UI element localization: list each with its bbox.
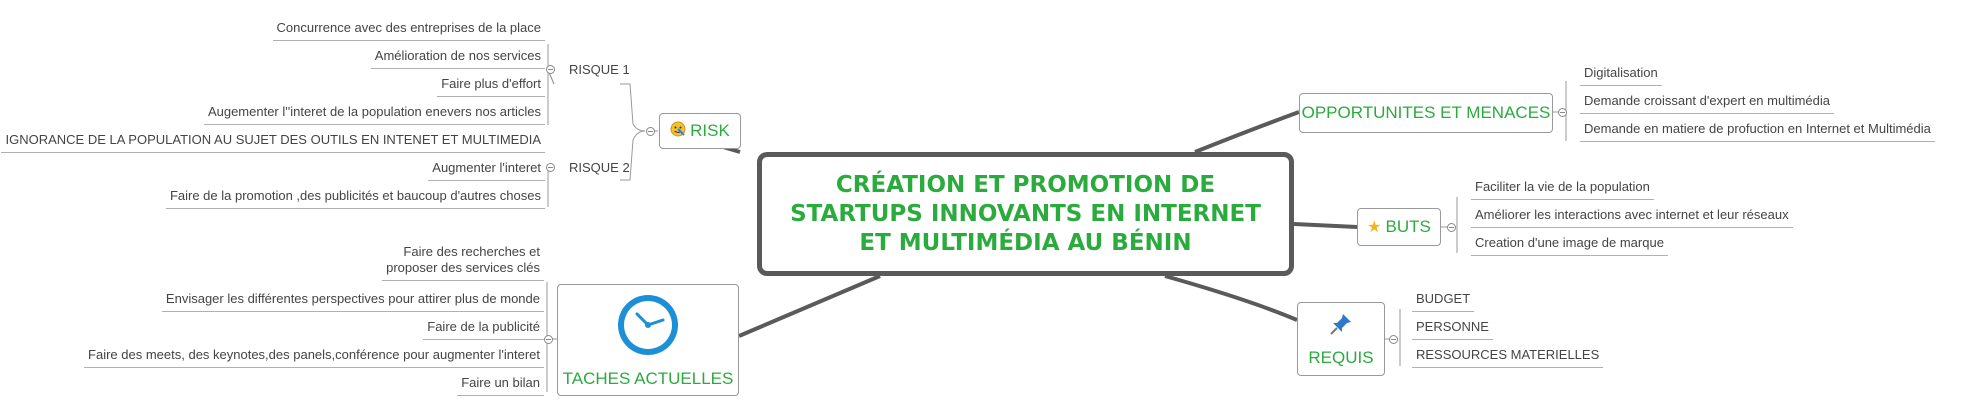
buts-item[interactable]: Faciliter la vie de la population [1471,179,1654,200]
branch-buts-label: BUTS [1385,217,1431,236]
collapse-risk-toggle[interactable] [646,127,655,136]
collapse-opportunites-toggle[interactable] [1558,108,1567,117]
branch-taches-actuelles[interactable]: TACHES ACTUELLES [557,284,739,396]
requis-item[interactable]: BUDGET [1412,291,1475,312]
risque-2-label[interactable]: RISQUE 2 [569,160,630,175]
opportunites-item[interactable]: Demande croissant d'expert en multimédia [1580,93,1834,114]
branch-requis-label: REQUIS [1308,347,1374,367]
star-icon: ★ [1367,219,1382,236]
branch-taches-label: TACHES ACTUELLES [562,368,734,388]
branch-requis[interactable]: REQUIS [1297,302,1385,376]
opportunites-item[interactable]: Digitalisation [1580,65,1662,86]
branch-risk-label: RISK [690,121,730,140]
risque-1-label[interactable]: RISQUE 1 [569,62,630,77]
risque-2-item[interactable]: Augmenter l'interet [428,160,545,181]
taches-item[interactable]: Faire de la publicité [423,319,544,340]
pushpin-icon [1328,311,1354,342]
buts-item[interactable]: Améliorer les interactions avec internet… [1471,207,1793,228]
taches-item[interactable]: Envisager les différentes perspectives p… [161,291,544,312]
risque-1-item[interactable]: Augementer l''interet de la population e… [203,104,545,125]
central-topic[interactable]: CRÉATION ET PROMOTION DE STARTUPS INNOVA… [757,152,1294,276]
clock-icon [615,292,681,363]
taches-item[interactable]: Faire des recherches et proposer des ser… [382,244,544,281]
requis-item[interactable]: PERSONNE [1412,319,1493,340]
buts-item[interactable]: Creation d'une image de marque [1471,235,1668,256]
risque-1-item[interactable]: Concurrence avec des entreprises de la p… [272,20,545,41]
connector-requis [1164,274,1298,322]
collapse-risque-2-toggle[interactable] [546,163,555,172]
collapse-taches-toggle[interactable] [544,335,553,344]
connector-taches [738,274,881,338]
central-topic-title: CRÉATION ET PROMOTION DE STARTUPS INNOVA… [790,171,1261,256]
collapse-requis-toggle[interactable] [1389,335,1398,344]
requis-item[interactable]: RESSOURCES MATERIELLES [1412,347,1604,368]
risque-1-item[interactable]: Amélioration de nos services [370,48,545,69]
risque-2-item[interactable]: Faire de la promotion ,des publicités et… [165,188,545,209]
connector-opportunites [1194,110,1300,154]
mind-map-canvas: CRÉATION ET PROMOTION DE STARTUPS INNOVA… [0,0,1979,412]
branch-buts[interactable]: ★ BUTS [1357,208,1441,246]
connector-buts [1293,222,1358,229]
opportunites-item[interactable]: Demande en matiere de profuction en Inte… [1580,121,1935,142]
risque-2-item[interactable]: IGNORANCE DE LA POPULATION AU SUJET DES … [1,132,545,153]
branch-opportunites[interactable]: OPPORTUNITES ET MENACES [1299,93,1553,133]
smiley-icon [670,121,686,142]
collapse-risque-1-toggle[interactable] [546,65,555,74]
taches-item[interactable]: Faire des meets, des keynotes,des panels… [84,347,544,368]
branch-opportunites-label: OPPORTUNITES ET MENACES [1301,103,1551,122]
taches-item[interactable]: Faire un bilan [457,375,544,396]
risque-1-item[interactable]: Faire plus d'effort [437,76,545,97]
collapse-buts-toggle[interactable] [1447,223,1456,232]
branch-risk[interactable]: RISK [659,113,741,149]
